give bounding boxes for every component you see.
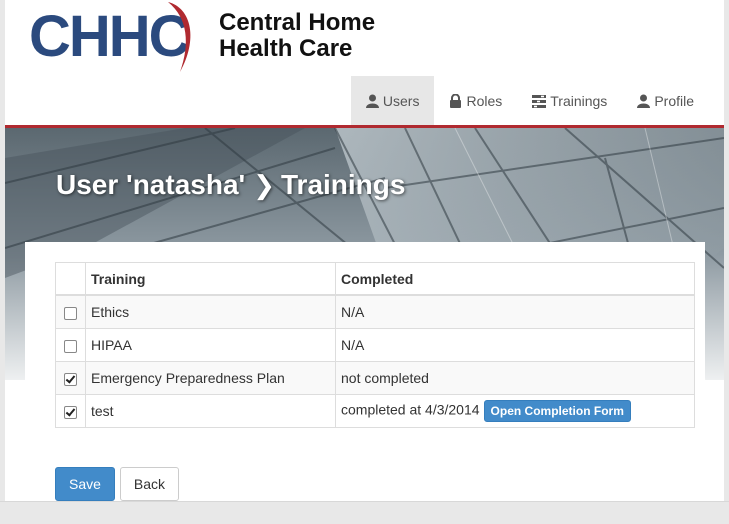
row-select-cell: [55, 394, 86, 428]
user-icon: [637, 94, 651, 108]
training-name: Ethics: [85, 294, 336, 329]
nav-item-label: Roles: [466, 93, 503, 109]
row-checkbox[interactable]: [64, 339, 77, 353]
table-row: test completed at 4/3/2014 Open Completio…: [55, 394, 695, 428]
tasks-icon: [532, 94, 547, 108]
completed-status: completed at 4/3/2014: [341, 401, 480, 418]
page: CHHC Central Home Health Care Users Role…: [5, 0, 724, 523]
table-row: Emergency Preparedness Plan not complete…: [55, 361, 695, 395]
logo-swoosh: [168, 2, 191, 72]
open-completion-form-button[interactable]: Open Completion Form: [483, 400, 631, 422]
table-header-row: Training Completed: [55, 262, 695, 296]
nav-item-roles[interactable]: Roles: [434, 76, 517, 126]
logo-name-line1: Central Home: [219, 9, 376, 36]
nav-item-label: Users: [382, 93, 420, 109]
nav-item-trainings[interactable]: Trainings: [517, 76, 622, 126]
row-select-cell: [55, 361, 86, 395]
main-nav: Users Roles Trainings Profile: [350, 76, 709, 126]
lock-icon: [449, 94, 462, 108]
completed-status: not completed: [335, 361, 695, 395]
training-name: Emergency Preparedness Plan: [85, 361, 336, 395]
logo-name: Central Home Health Care: [219, 10, 375, 62]
row-checkbox[interactable]: [64, 372, 77, 386]
completed-cell: completed at 4/3/2014 Open Completion For…: [335, 394, 695, 428]
nav-item-profile[interactable]: Profile: [622, 76, 709, 126]
training-name: test: [85, 394, 336, 428]
user-icon: [365, 94, 379, 108]
table-row: Ethics N/A: [55, 294, 695, 329]
row-checkbox[interactable]: [64, 306, 77, 320]
logo[interactable]: CHHC Central Home Health Care: [29, 0, 419, 75]
chevron-right-icon: ❯: [253, 170, 275, 200]
training-name: HIPAA: [85, 328, 336, 362]
completed-status: N/A: [335, 294, 695, 329]
completed-status: N/A: [335, 328, 695, 362]
nav-item-label: Trainings: [550, 93, 608, 109]
header-select: [55, 262, 86, 296]
table-row: HIPAA N/A: [55, 328, 695, 362]
page-title-user: User 'natasha': [56, 169, 246, 200]
save-button[interactable]: Save: [55, 467, 115, 501]
header-completed: Completed: [335, 262, 695, 296]
nav-item-users[interactable]: Users: [350, 76, 435, 126]
row-checkbox[interactable]: [64, 405, 77, 419]
header-training: Training: [85, 262, 336, 296]
page-title-section: Trainings: [280, 169, 406, 200]
nav-item-label: Profile: [654, 93, 694, 109]
footer-strip: [0, 501, 729, 524]
row-select-cell: [55, 328, 86, 362]
trainings-table: Training Completed Ethics N/A HIPAA N/A: [55, 262, 695, 428]
content-panel: Training Completed Ethics N/A HIPAA N/A: [25, 242, 705, 523]
logo-name-line2: Health Care: [219, 35, 353, 62]
back-button[interactable]: Back: [119, 467, 180, 501]
form-actions: Save Back: [55, 467, 184, 501]
page-title: User 'natasha' ❯ Trainings: [56, 169, 405, 201]
row-select-cell: [55, 294, 86, 329]
